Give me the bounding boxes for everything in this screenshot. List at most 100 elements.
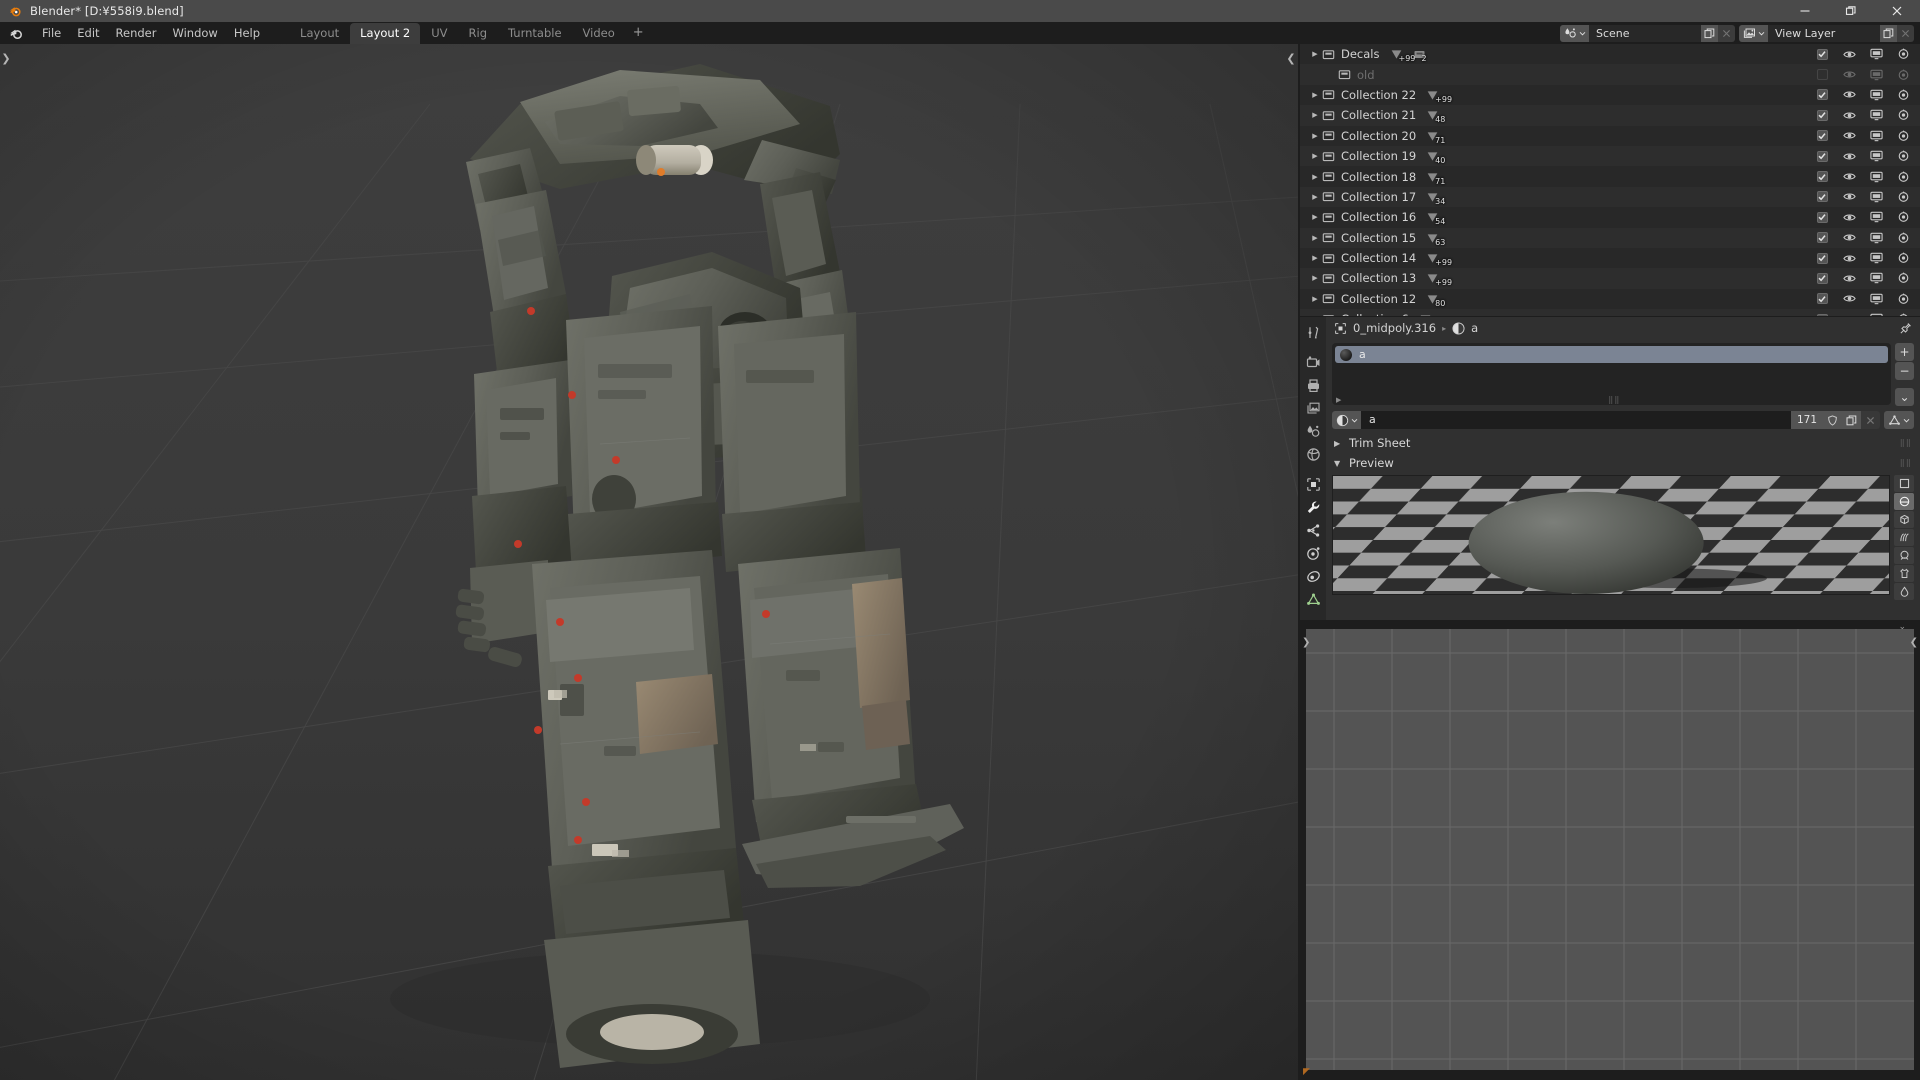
- outliner-row[interactable]: ▶ Collection 20 71: [1300, 126, 1920, 146]
- workspace-tab-uv[interactable]: UV: [421, 23, 457, 44]
- view-layer-selector[interactable]: View Layer: [1739, 24, 1914, 42]
- hide-in-viewport-toggle[interactable]: [1842, 253, 1856, 264]
- eye-icon[interactable]: [1843, 314, 1856, 316]
- camera-icon[interactable]: [1897, 150, 1910, 162]
- disable-in-renders-toggle[interactable]: [1896, 313, 1910, 316]
- camera-icon[interactable]: [1897, 89, 1910, 101]
- exclude-checkbox[interactable]: [1815, 109, 1829, 121]
- outliner-row[interactable]: ▶ Collection 19 40: [1300, 145, 1920, 167]
- disable-in-renders-toggle[interactable]: [1896, 150, 1910, 162]
- outliner-item-name[interactable]: Collection 21: [1341, 108, 1416, 122]
- monitor-icon[interactable]: [1869, 109, 1883, 121]
- hide-in-viewport-toggle[interactable]: [1842, 273, 1856, 284]
- disable-in-viewports-toggle[interactable]: [1869, 272, 1883, 284]
- exclude-checkbox[interactable]: [1815, 211, 1829, 223]
- 3d-viewport[interactable]: ❯ ❮: [0, 44, 1298, 1080]
- breadcrumb-object-name[interactable]: 0_midpoly.316: [1353, 321, 1436, 335]
- menu-edit[interactable]: Edit: [69, 24, 107, 42]
- editor-corner-handle-icon[interactable]: ◤: [1303, 1067, 1310, 1077]
- disable-in-viewports-toggle[interactable]: [1869, 191, 1883, 203]
- camera-icon[interactable]: [1897, 48, 1910, 60]
- outliner-item-name[interactable]: Collection 18: [1341, 170, 1416, 184]
- camera-icon[interactable]: [1897, 191, 1910, 203]
- breadcrumb-material-name[interactable]: a: [1471, 321, 1478, 335]
- disable-in-renders-toggle[interactable]: [1896, 69, 1910, 81]
- disable-in-renders-toggle[interactable]: [1896, 272, 1910, 284]
- disclosure-triangle-icon[interactable]: ▶: [1308, 213, 1322, 221]
- hide-in-viewport-toggle[interactable]: [1842, 171, 1856, 182]
- disable-in-renders-toggle[interactable]: [1896, 293, 1910, 305]
- monitor-icon[interactable]: [1869, 252, 1883, 264]
- material-browse-icon[interactable]: [1332, 411, 1361, 429]
- material-slot-row[interactable]: a: [1335, 346, 1888, 363]
- menu-file[interactable]: File: [34, 24, 69, 42]
- outliner-row[interactable]: ▶ Collection 21 48: [1300, 105, 1920, 126]
- menu-help[interactable]: Help: [226, 24, 268, 42]
- add-material-slot-button[interactable]: +: [1895, 343, 1914, 361]
- disable-in-viewports-toggle[interactable]: [1869, 69, 1883, 81]
- preview-type-cube-icon[interactable]: [1894, 511, 1914, 528]
- eye-icon[interactable]: [1842, 130, 1856, 141]
- exclude-checkbox[interactable]: [1815, 293, 1829, 305]
- workspace-tab-layout-2[interactable]: Layout 2: [350, 22, 421, 44]
- outliner-item-name[interactable]: Collection 15: [1341, 231, 1416, 245]
- outliner-item-name[interactable]: Collection 20: [1341, 129, 1416, 143]
- close-button[interactable]: [1874, 0, 1920, 22]
- outliner-row[interactable]: ▶ Collection 16 54: [1300, 207, 1920, 227]
- properties-tab-constraints[interactable]: [1301, 565, 1325, 588]
- disable-in-renders-toggle[interactable]: [1896, 252, 1910, 264]
- new-view-layer-button[interactable]: [1880, 24, 1897, 42]
- disable-in-renders-toggle[interactable]: [1896, 109, 1910, 121]
- disclosure-triangle-icon[interactable]: ▶: [1308, 254, 1322, 262]
- panel-header-trim-sheet[interactable]: ▶ Trim Sheet ⣿⣿: [1326, 433, 1920, 453]
- workspace-tab-video[interactable]: Video: [573, 23, 625, 44]
- outliner-item-name[interactable]: old: [1357, 68, 1375, 82]
- disclosure-triangle-icon[interactable]: ▶: [1308, 295, 1322, 303]
- disclosure-triangle-icon[interactable]: ▶: [1308, 132, 1322, 140]
- eye-icon[interactable]: [1842, 212, 1856, 223]
- monitor-icon[interactable]: [1869, 272, 1883, 284]
- preview-type-flat-icon[interactable]: [1894, 475, 1914, 492]
- disable-in-viewports-toggle[interactable]: [1869, 48, 1883, 60]
- exclude-checkbox[interactable]: [1815, 232, 1829, 244]
- outliner-row[interactable]: ▶ Collection 17 34: [1300, 186, 1920, 208]
- exclude-checkbox[interactable]: [1815, 191, 1829, 203]
- camera-icon[interactable]: [1897, 252, 1910, 264]
- outliner-item-name[interactable]: Collection 17: [1341, 190, 1416, 204]
- viewport-sidebar-toggle-icon[interactable]: ❮: [1285, 52, 1297, 65]
- outliner-row[interactable]: ▶ Collection 22 +99: [1300, 85, 1920, 105]
- disable-in-renders-toggle[interactable]: [1896, 171, 1910, 183]
- remove-material-slot-button[interactable]: −: [1895, 362, 1914, 380]
- material-slot-list[interactable]: a ▶ ⣿⣿: [1332, 343, 1891, 405]
- preview-type-shader-ball-icon[interactable]: [1894, 547, 1914, 564]
- hide-in-viewport-toggle[interactable]: [1842, 232, 1856, 243]
- properties-tab-tool[interactable]: [1301, 321, 1325, 344]
- properties-tab-scene[interactable]: [1301, 420, 1325, 443]
- camera-icon[interactable]: [1897, 109, 1910, 121]
- disable-in-viewports-toggle[interactable]: [1869, 150, 1883, 162]
- outliner-item-name[interactable]: Collection 16: [1341, 210, 1416, 224]
- disable-in-viewports-toggle[interactable]: [1869, 313, 1883, 316]
- shield-icon[interactable]: [1823, 411, 1842, 429]
- hide-in-viewport-toggle[interactable]: [1842, 151, 1856, 162]
- new-material-copy-icon[interactable]: [1842, 411, 1861, 429]
- disable-in-viewports-toggle[interactable]: [1869, 130, 1883, 142]
- hide-in-viewport-toggle[interactable]: [1842, 89, 1856, 100]
- disclosure-triangle-icon[interactable]: ▶: [1308, 50, 1322, 58]
- eye-icon[interactable]: [1842, 232, 1856, 243]
- disclosure-triangle-icon[interactable]: ▶: [1308, 152, 1322, 160]
- disable-in-viewports-toggle[interactable]: [1869, 89, 1883, 101]
- disable-in-viewports-toggle[interactable]: [1869, 293, 1883, 305]
- outliner-item-name[interactable]: Collection 6: [1341, 312, 1409, 316]
- monitor-icon[interactable]: [1869, 171, 1883, 183]
- node-editor-toolbar-toggle-icon[interactable]: ❯: [1302, 637, 1310, 648]
- exclude-checkbox[interactable]: [1815, 130, 1829, 142]
- monitor-icon[interactable]: [1869, 130, 1883, 142]
- monitor-icon[interactable]: [1869, 313, 1883, 316]
- scene-selector[interactable]: Scene: [1560, 24, 1735, 42]
- outliner-row[interactable]: ▶ Decals +99 2: [1300, 44, 1920, 64]
- disclosure-triangle-icon[interactable]: ▶: [1308, 193, 1322, 201]
- unlink-material-icon[interactable]: [1861, 411, 1880, 429]
- properties-tab-view-layer[interactable]: [1301, 397, 1325, 420]
- monitor-icon[interactable]: [1869, 69, 1883, 81]
